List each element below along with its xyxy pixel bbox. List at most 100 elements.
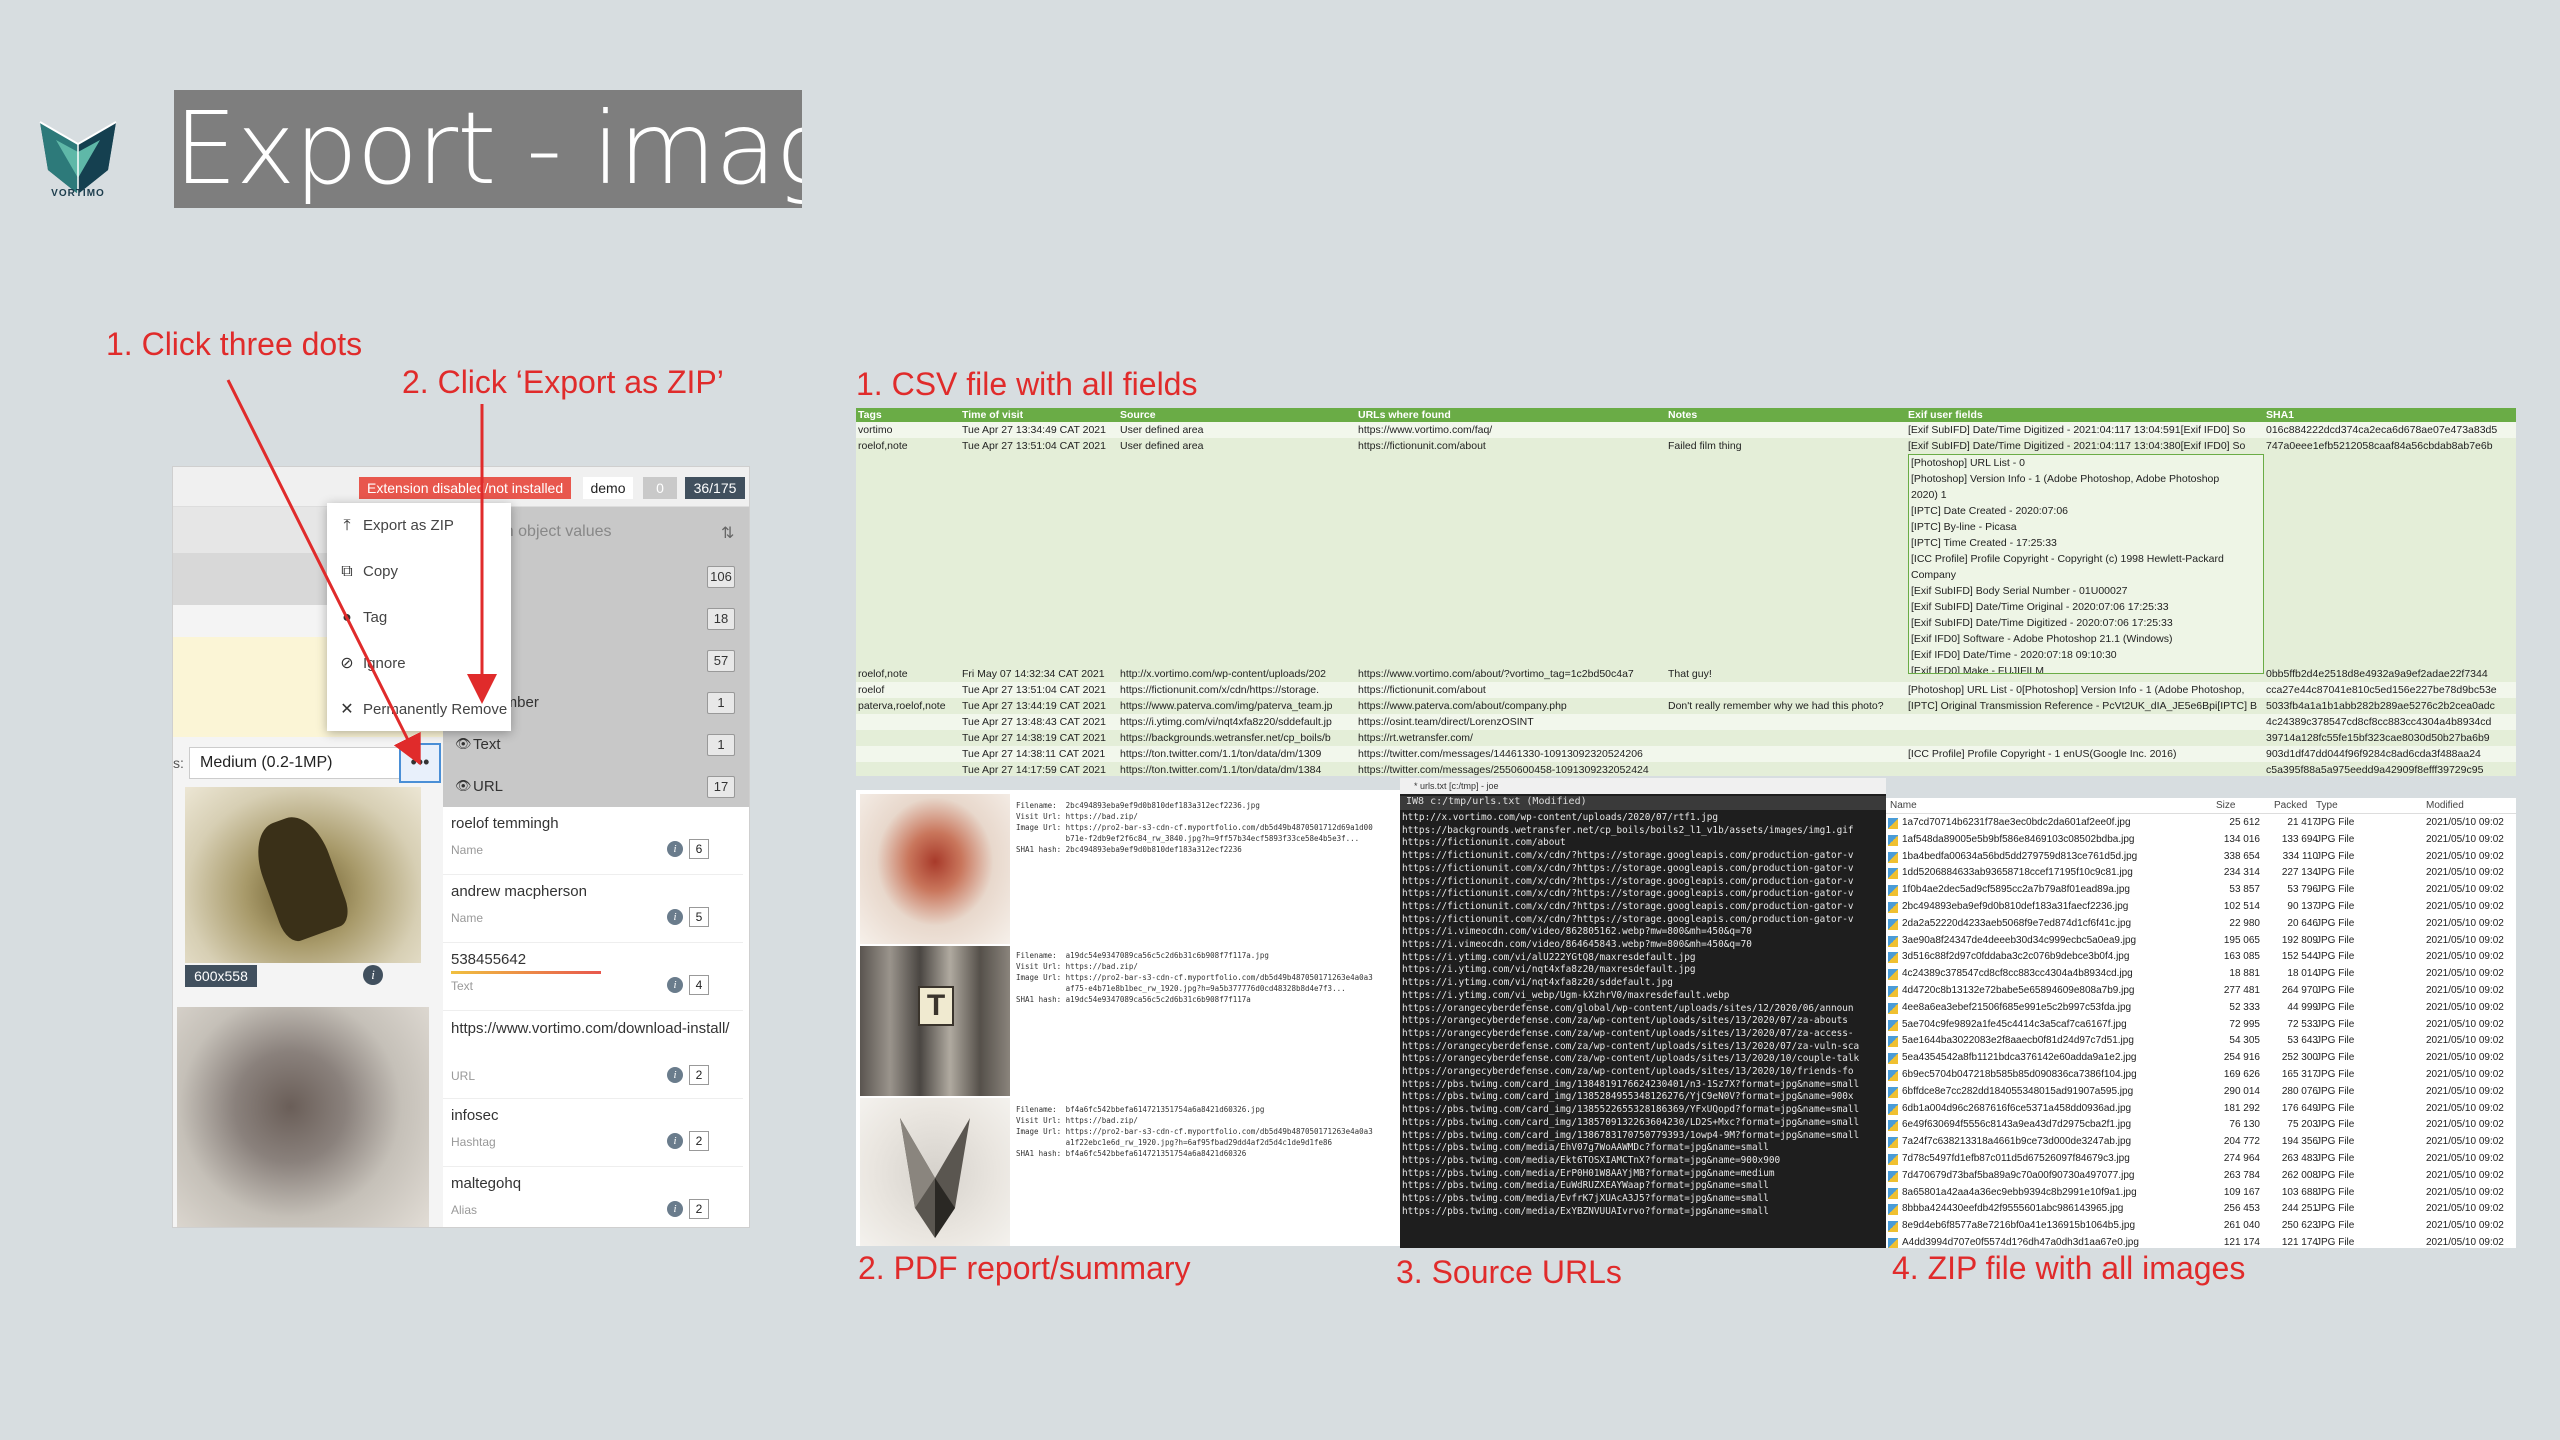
zip-row[interactable]: 7d78c5497fd1efb87c011d5d67526097f84679c3… [1886, 1151, 2516, 1168]
zip-row[interactable]: 8e9d4eb6f8577a8e7216bf0a41e136915b1064b5… [1886, 1218, 2516, 1235]
zip-cell: JPG File [2316, 1203, 2355, 1215]
zip-row[interactable]: 1ba4bedfa00634a56bd5dd279759d813ce761d5d… [1886, 849, 2516, 866]
csv-cell: Tue Apr 27 14:17:59 CAT 2021 [962, 764, 1106, 776]
zip-row[interactable]: 1a7cd70714b6231f78ae3ec0bdc2da601af2ee0f… [1886, 815, 2516, 832]
csv-row: roelof,note Tue Apr 27 13:51:04 CAT 2021 U… [856, 438, 2516, 454]
csv-row: vortimo Tue Apr 27 13:34:49 CAT 2021 User … [856, 422, 2516, 438]
zip-row[interactable]: 1dd5206884633ab93658718ccef17195f10c9c81… [1886, 865, 2516, 882]
editor-status: IW8 c:/tmp/urls.txt (Modified) [1400, 796, 1886, 810]
caption-urls: 3. Source URLs [1396, 1254, 1622, 1290]
zip-row[interactable]: 2da2a52220d4233aeb5068f9e7ed874d1cf6f41c… [1886, 916, 2516, 933]
zip-row[interactable]: A4dd3994d707e0f5574d1?6dh47a0dh3d1aa67e0… [1886, 1235, 2516, 1248]
list-item[interactable]: infosec Hashtag i 2 [443, 1099, 743, 1167]
csv-header: Exif user fields [1908, 409, 1983, 421]
zip-cell: 52 333 [2229, 1001, 2260, 1013]
zip-row[interactable]: 8a65801a42aa4a36ec9ebb9394c8b2991e10f9a1… [1886, 1185, 2516, 1202]
zip-row[interactable]: 5ae1644ba3022083e2f8aaecb0f81d24d97c7d51… [1886, 1033, 2516, 1050]
zip-row[interactable]: 1f0b4ae2dec5ad9cf5895cc2a7b79a8f01ead89a… [1886, 882, 2516, 899]
info-icon[interactable]: i [363, 965, 383, 985]
extension-status-badge[interactable]: Extension disabled/not installed [359, 477, 572, 499]
zip-row[interactable]: 8bbba424430eefdb42f9555601abc986143965.j… [1886, 1201, 2516, 1218]
zip-row[interactable]: 1af548da89005e5b9bf586e8469103c08502bdba… [1886, 832, 2516, 849]
info-icon[interactable]: i [667, 1133, 683, 1149]
zip-row[interactable]: 4d4720c8b13132e72babe5e65894609e808a7b9.… [1886, 983, 2516, 1000]
zip-cell: 244 251 [2281, 1203, 2318, 1215]
zip-row[interactable]: 4c24389c378547cd8cf8cc883cc4304a4b8934cd… [1886, 966, 2516, 983]
zip-cell: 1f0b4ae2dec5ad9cf5895cc2a7b79a8f01ead89a… [1902, 884, 2130, 896]
zip-cell: 263 483 [2281, 1153, 2318, 1164]
csv-cell: Tue Apr 27 13:51:04 CAT 2021 [962, 684, 1106, 696]
zip-row[interactable]: 5ae704c9fe9892a1fe45c4414c3a5caf7ca6167f… [1886, 1017, 2516, 1034]
menu-item-export-zip[interactable]: ⤒ Export as ZIP [327, 503, 511, 549]
jpg-file-icon [1888, 1053, 1898, 1065]
pdf-image [860, 794, 1010, 944]
csv-cell: [Photoshop] URL List - 0[Photoshop] Vers… [1908, 684, 2245, 696]
list-item[interactable]: https://www.vortimo.com/download-install… [443, 1011, 743, 1099]
info-icon[interactable]: i [667, 841, 683, 857]
zip-row[interactable]: 3ae90a8f24347de4deeeb30d34c999ecbc5a0ea9… [1886, 933, 2516, 950]
list-item[interactable]: roelof temmingh Name i 6 [443, 807, 743, 875]
zip-cell: JPG File [2316, 901, 2355, 912]
zip-row[interactable]: 7d470679d73baf5ba89a9c70a00f90730a497077… [1886, 1168, 2516, 1185]
zip-cell: 2da2a52220d4233aeb5068f9e7ed874d1cf6f41c… [1902, 917, 2132, 929]
csv-cell: Tue Apr 27 13:51:04 CAT 2021 [962, 440, 1106, 452]
type-label: Text [473, 736, 501, 753]
zip-cell: 277 481 [2223, 985, 2260, 996]
project-name[interactable]: demo [583, 477, 633, 499]
csv-cell: roelof [858, 684, 885, 696]
exif-line: [Exif IFD0] Software - Adobe Photoshop 2… [1911, 633, 2173, 645]
zip-cell: JPG File [2316, 867, 2355, 879]
zip-header[interactable]: Type [2316, 800, 2338, 811]
pdf-metadata: Filename: bf4a6fc542bbefa614721351754a6a… [1016, 1105, 1373, 1158]
zip-header[interactable]: Name [1890, 800, 1917, 811]
zip-header[interactable]: Packed [2274, 800, 2307, 811]
zip-header[interactable]: Modified [2426, 800, 2464, 811]
zip-row[interactable]: 6bffdce8e7cc282dd184055348015ad91907a595… [1886, 1084, 2516, 1101]
jpg-file-icon [1888, 952, 1898, 964]
urls-text[interactable]: http://x.vortimo.com/wp-content/uploads/… [1402, 812, 1886, 1219]
image-thumbnail[interactable] [185, 787, 421, 963]
menu-item-remove[interactable]: ✕ Permanently Remove [327, 687, 511, 733]
zip-cell: 2021/05/10 09:02 [2426, 951, 2504, 963]
jpg-file-icon [1888, 1086, 1898, 1098]
list-item[interactable]: andrew macpherson Name i 5 [443, 875, 743, 943]
jpg-file-icon [1888, 986, 1898, 997]
csv-cell: https://www.paterva.com/img/paterva_team… [1120, 700, 1333, 712]
jpg-file-icon [1888, 1002, 1898, 1014]
csv-row: Tue Apr 27 14:17:59 CAT 2021 https://ton.… [856, 762, 2516, 776]
list-item[interactable]: 538455642 Text i 4 [443, 943, 743, 1011]
caption-pdf: 2. PDF report/summary [858, 1250, 1191, 1286]
zip-row[interactable]: 6b9ec5704b047218b585b85d090836ca7386f104… [1886, 1067, 2516, 1084]
info-icon[interactable]: i [667, 909, 683, 925]
page-title: Export - images [174, 90, 802, 208]
zip-cell: 263 784 [2223, 1169, 2260, 1181]
menu-item-tag[interactable]: ● Tag [327, 595, 511, 641]
info-icon[interactable]: i [667, 1067, 683, 1083]
zip-row[interactable]: 7a24f7c638213318a4661b9ce73d000de3247ab.… [1886, 1134, 2516, 1151]
zip-row[interactable]: 5ea4354542a8fb1121bdca376142e60adda9a1e2… [1886, 1050, 2516, 1067]
zip-row[interactable]: 3d516c88f2d97c0fddaba3c2c076b9debce3b0f4… [1886, 949, 2516, 966]
sort-icon[interactable]: ⇅ [721, 523, 734, 543]
zip-row[interactable]: 4ee8a6ea3ebef21506f685e991e5c2b997c53fda… [1886, 1000, 2516, 1017]
three-dots-button[interactable]: ••• [399, 743, 441, 783]
zip-cell: 2021/05/10 09:02 [2426, 1018, 2504, 1030]
image-size-select[interactable]: Medium (0.2-1MP) [189, 747, 421, 779]
info-icon[interactable]: i [667, 977, 683, 993]
type-row[interactable]: 👁 URL 17 [443, 767, 749, 807]
menu-item-copy[interactable]: ⧉ Copy [327, 549, 511, 595]
info-icon[interactable]: i [667, 1201, 683, 1217]
zip-row[interactable]: 2bc494893eba9ef9d0b810def183a31faecf2236… [1886, 899, 2516, 916]
logo-text: VORTIMO [51, 188, 105, 199]
zip-cell: 2021/05/10 09:02 [2426, 1237, 2504, 1248]
menu-item-ignore[interactable]: ⊘ Ignore [327, 641, 511, 687]
zip-row[interactable]: 6db1a004d96c2687616f6ce5371a458dd0936ad.… [1886, 1101, 2516, 1118]
zip-header[interactable]: Size [2216, 800, 2235, 811]
list-item[interactable]: maltegohq Alias i 2 [443, 1167, 743, 1227]
exif-line: [Photoshop] Version Info - 1 (Adobe Phot… [1911, 473, 2220, 485]
zip-row[interactable]: 6e49f630694f5556c8143a9ea43d7d2975cba2f1… [1886, 1117, 2516, 1134]
csv-row: Tue Apr 27 14:38:19 CAT 2021 https://back… [856, 730, 2516, 746]
image-thumbnail[interactable] [177, 1007, 429, 1227]
type-count: 1 [707, 734, 735, 756]
csv-cell: https://ton.twitter.com/1.1/ton/data/dm/… [1120, 764, 1322, 776]
zip-cell: 3ae90a8f24347de4deeeb30d34c999ecbc5a0ea9… [1902, 934, 2137, 946]
